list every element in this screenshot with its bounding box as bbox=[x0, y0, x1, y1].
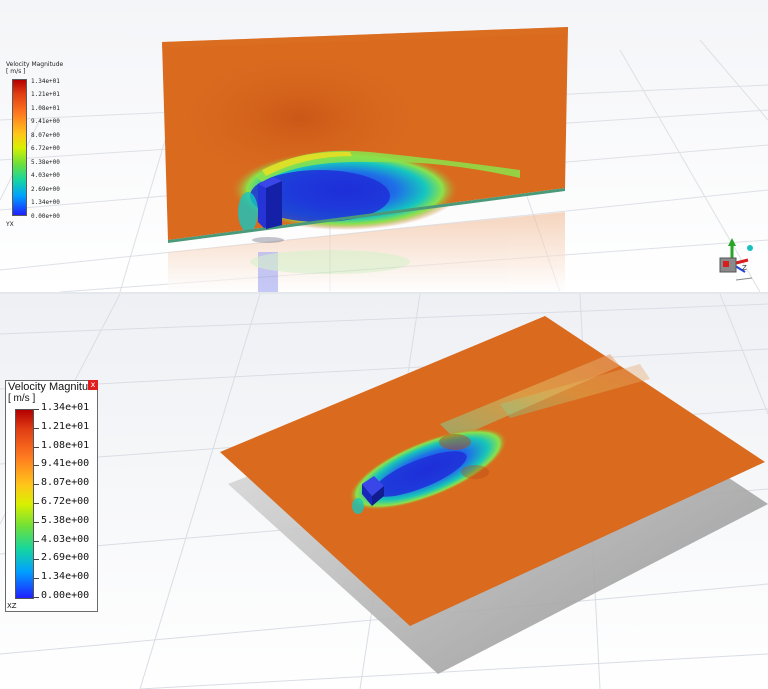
legend-tick: 1.34e+00 bbox=[31, 199, 60, 206]
tick-mark bbox=[34, 541, 39, 542]
velocity-legend[interactable]: Velocity Magnitude [ m/s ] 1.34e+01 1.21… bbox=[4, 61, 70, 231]
legend-tick: 4.03e+00 bbox=[31, 172, 60, 179]
legend-tick: 0.00e+00 bbox=[41, 590, 90, 601]
viewport-top[interactable]: Velocity Magnitude [ m/s ] 1.34e+01 1.21… bbox=[0, 0, 768, 292]
legend-close-icon[interactable]: x bbox=[88, 380, 98, 390]
colorbar bbox=[15, 409, 34, 599]
viewport-bottom[interactable]: Velocity Magnitud x [ m/s ] 1.34e+01 1.2… bbox=[0, 294, 768, 689]
legend-tick: 8.07e+00 bbox=[41, 477, 90, 488]
bottom-scene[interactable] bbox=[0, 294, 768, 689]
legend-units: [ m/s ] bbox=[6, 68, 26, 75]
tick-mark bbox=[34, 447, 39, 448]
legend-tick: 1.21e+01 bbox=[41, 421, 90, 432]
legend-tick: 2.69e+00 bbox=[41, 552, 90, 563]
legend-tick: 1.34e+00 bbox=[41, 571, 90, 582]
tick-mark bbox=[34, 484, 39, 485]
legend-tick: 1.08e+01 bbox=[41, 440, 90, 451]
tick-mark bbox=[34, 559, 39, 560]
legend-axis-label: XZ bbox=[7, 602, 17, 610]
tick-mark bbox=[34, 522, 39, 523]
top-scene[interactable] bbox=[0, 0, 768, 292]
legend-title: Velocity Magnitude bbox=[6, 61, 64, 68]
legend-tick: 5.38e+00 bbox=[41, 515, 90, 526]
legend-tick: 2.69e+00 bbox=[31, 186, 60, 193]
colorbar bbox=[12, 79, 27, 216]
tick-mark bbox=[34, 503, 39, 504]
legend-axis-label: YX bbox=[6, 221, 14, 228]
legend-tick: 8.07e+00 bbox=[31, 132, 60, 139]
legend-tick: 1.08e+01 bbox=[31, 105, 60, 112]
tick-mark bbox=[34, 409, 39, 410]
triad-axes-icon[interactable]: Z bbox=[712, 234, 762, 290]
legend-tick: 4.03e+00 bbox=[41, 534, 90, 545]
tick-mark bbox=[34, 465, 39, 466]
tick-mark bbox=[34, 578, 39, 579]
legend-tick: 5.38e+00 bbox=[31, 159, 60, 166]
velocity-legend[interactable]: Velocity Magnitud x [ m/s ] 1.34e+01 1.2… bbox=[5, 380, 98, 612]
legend-title: Velocity Magnitud bbox=[8, 381, 95, 393]
legend-tick: 1.34e+01 bbox=[41, 402, 90, 413]
legend-tick: 1.34e+01 bbox=[31, 78, 60, 85]
legend-tick: 9.41e+00 bbox=[31, 118, 60, 125]
legend-tick: 0.00e+00 bbox=[31, 213, 60, 220]
legend-units: [ m/s ] bbox=[8, 393, 36, 404]
legend-tick: 6.72e+00 bbox=[31, 145, 60, 152]
legend-tick: 1.21e+01 bbox=[31, 91, 60, 98]
legend-tick: 6.72e+00 bbox=[41, 496, 90, 507]
tick-mark bbox=[34, 597, 39, 598]
legend-tick: 9.41e+00 bbox=[41, 458, 90, 469]
tick-mark bbox=[34, 428, 39, 429]
svg-text:Z: Z bbox=[742, 264, 747, 272]
